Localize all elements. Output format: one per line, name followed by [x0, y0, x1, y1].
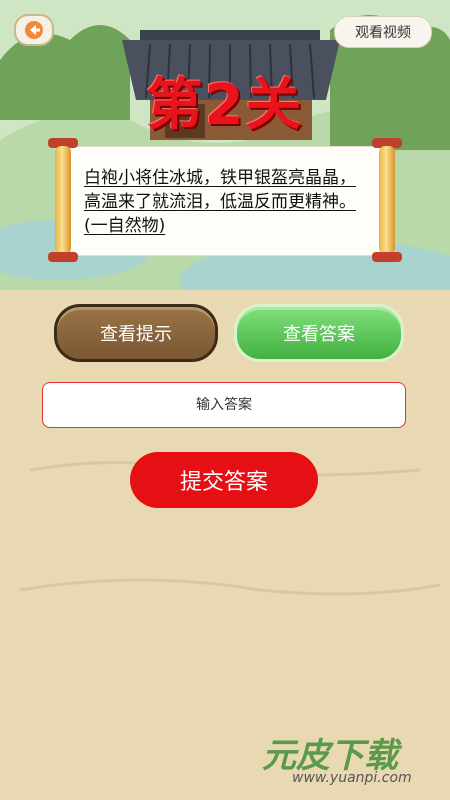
view-answer-button[interactable]: 查看答案	[234, 304, 404, 362]
watermark-url: www.yuanpi.com	[292, 770, 412, 786]
watch-video-label: 观看视频	[355, 25, 411, 41]
riddle-scroll: 白袍小将住冰城，铁甲银盔亮晶晶，高温来了就流泪，低温反而更精神。(一自然物)	[40, 138, 410, 262]
view-hint-button[interactable]: 查看提示	[54, 304, 218, 362]
view-hint-label: 查看提示	[100, 324, 172, 345]
back-button[interactable]	[14, 14, 54, 46]
back-arrow-icon	[25, 21, 43, 39]
submit-answer-label: 提交答案	[179, 470, 268, 495]
watermark-logo: 元皮下载 www.yuanpi.com	[262, 722, 444, 794]
answer-input[interactable]	[42, 382, 406, 428]
submit-answer-button[interactable]: 提交答案	[130, 452, 318, 508]
view-answer-label: 查看答案	[283, 324, 355, 345]
riddle-text: 白袍小将住冰城，铁甲银盔亮晶晶，高温来了就流泪，低温反而更精神。(一自然物)	[84, 168, 356, 236]
level-title: 第2关	[146, 73, 304, 138]
watch-video-button[interactable]: 观看视频	[334, 16, 432, 48]
scroll-roller-right	[372, 138, 402, 262]
scroll-roller-left	[48, 138, 78, 262]
